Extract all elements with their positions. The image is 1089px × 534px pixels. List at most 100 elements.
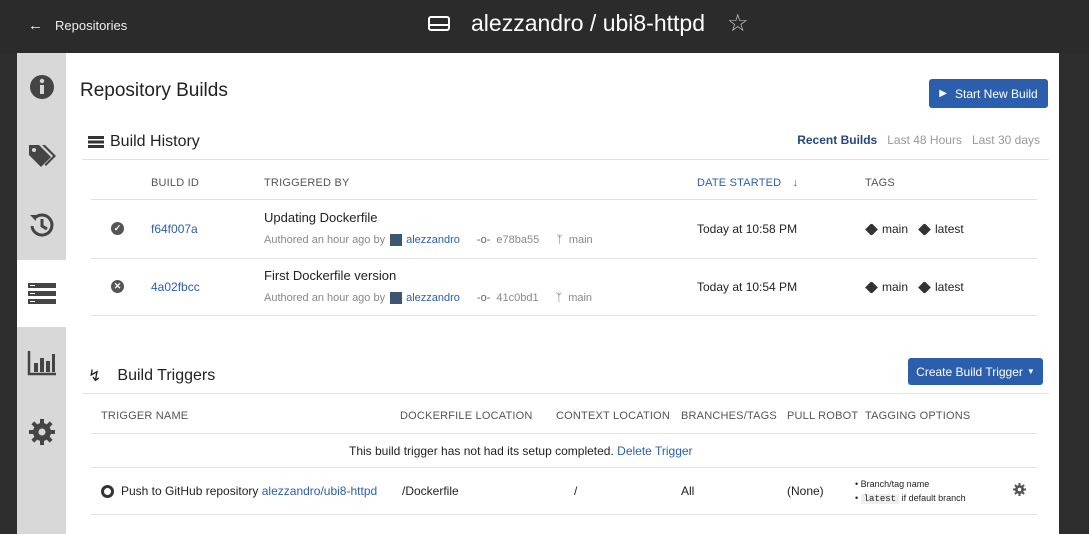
build-triggers-title: Build Triggers [117, 367, 216, 384]
divider [82, 159, 1049, 160]
back-arrow-icon: ← [28, 17, 43, 34]
col-date-started[interactable]: DATE STARTED ↓ [697, 177, 798, 189]
bolt-icon: ↯ [88, 368, 102, 385]
date-started: Today at 10:58 PM [697, 222, 798, 236]
avatar [390, 292, 403, 304]
main-panel: Repository Builds ▶ Start New Build Buil… [66, 53, 1059, 534]
branch-name: main [568, 292, 593, 304]
trigger-settings-gear-icon[interactable] [1013, 483, 1026, 496]
divider [91, 514, 1037, 515]
trigger-setup-notice: This build trigger has not had its setup… [349, 444, 693, 458]
col-date-started-label: DATE STARTED [697, 177, 782, 189]
gear-icon [28, 418, 55, 445]
filter-last-48-hours[interactable]: Last 48 Hours [887, 133, 962, 147]
sidebar-item-builds[interactable] [17, 260, 66, 327]
top-header: ← Repositories alezzandro / ubi8-httpd ☆ [0, 0, 1089, 53]
build-tags: main latest [865, 222, 976, 236]
branches-tags: All [681, 484, 695, 498]
build-message: First Dockerfile version [264, 268, 397, 283]
tagging-option-label: if default branch [901, 493, 966, 503]
tagging-option: • latest if default branch [855, 493, 966, 504]
sidebar-item-usage[interactable] [17, 329, 66, 396]
build-history-heading: Build History [88, 133, 200, 151]
filter-last-30-days[interactable]: Last 30 days [972, 133, 1040, 147]
repo-title: alezzandro / ubi8-httpd [471, 10, 705, 36]
caret-down-icon: ▼ [1026, 367, 1035, 376]
branch-name: main [568, 234, 593, 246]
user-link[interactable]: alezzandro [406, 292, 460, 304]
col-branches-tags: BRANCHES/TAGS [681, 410, 777, 422]
screen-edge-left [0, 53, 17, 534]
tag-icon [918, 222, 931, 236]
tag-item[interactable]: latest [918, 280, 964, 294]
build-filters: Recent Builds Last 48 Hours Last 30 days [797, 133, 1040, 147]
build-history-icon [88, 136, 104, 148]
tag-icon [918, 280, 931, 294]
tag-label: main [882, 280, 909, 294]
build-tags: main latest [865, 280, 976, 294]
tagging-option-label: Branch/tag name [860, 479, 930, 489]
play-icon: ▶ [939, 88, 947, 99]
col-trigger-name: TRIGGER NAME [101, 410, 189, 422]
build-error-icon: ✕ [111, 280, 124, 293]
divider [82, 393, 1049, 394]
tag-item[interactable]: latest [918, 222, 964, 236]
back-to-repositories-link[interactable]: ← Repositories [28, 17, 127, 34]
dockerfile-location: /Dockerfile [402, 484, 459, 498]
branch-icon: ᛉ [555, 292, 563, 304]
tag-label: latest [935, 222, 964, 236]
col-pull-robot: PULL ROBOT [787, 410, 859, 422]
hdd-icon [428, 16, 450, 31]
tag-item[interactable]: main [865, 222, 909, 236]
star-icon[interactable]: ☆ [727, 9, 749, 38]
build-meta: Authored an hour ago by alezzandro -o- 4… [264, 292, 592, 304]
start-new-build-button[interactable]: ▶ Start New Build [929, 79, 1048, 108]
commit-sha[interactable]: 41c0bd1 [496, 292, 538, 304]
page-title: Repository Builds [80, 80, 228, 101]
commit-icon: -o- [476, 234, 491, 246]
col-dockerfile-location: DOCKERFILE LOCATION [400, 410, 533, 422]
branch-icon: ᛉ [556, 234, 563, 246]
trigger-name: Push to GitHub repository alezzandro/ubi… [121, 484, 377, 498]
tag-label: main [882, 222, 909, 236]
tag-item[interactable]: main [865, 280, 909, 294]
sidebar-item-settings[interactable] [17, 398, 66, 465]
build-id-link[interactable]: 4a02fbcc [151, 280, 200, 294]
divider [91, 315, 1037, 316]
pull-robot: (None) [787, 484, 824, 498]
commit-icon: -o- [476, 292, 491, 304]
trigger-name-prefix: Push to GitHub repository [121, 484, 259, 498]
authored-text: Authored an hour ago by [264, 292, 386, 304]
divider [91, 433, 1037, 434]
history-icon [29, 213, 53, 237]
back-label: Repositories [55, 18, 128, 33]
build-history-title: Build History [110, 133, 200, 150]
sidebar-item-info[interactable] [17, 53, 66, 120]
commit-sha[interactable]: e78ba55 [496, 234, 539, 246]
notice-text: This build trigger has not had its setup… [349, 444, 614, 458]
screen-edge-right [1059, 53, 1089, 534]
build-message: Updating Dockerfile [264, 210, 378, 225]
date-started: Today at 10:54 PM [697, 280, 798, 294]
build-id-link[interactable]: f64f007a [151, 222, 198, 236]
user-link[interactable]: alezzandro [406, 234, 460, 246]
divider [91, 467, 1037, 468]
builds-icon [27, 282, 56, 304]
sidebar-item-tags[interactable] [17, 122, 66, 189]
sidebar-item-history[interactable] [17, 191, 66, 258]
col-build-id: BUILD ID [151, 177, 200, 189]
create-build-trigger-button[interactable]: Create Build Trigger ▼ [908, 358, 1043, 385]
sort-desc-icon: ↓ [792, 177, 799, 189]
info-icon [29, 74, 54, 99]
tagging-options: • Branch/tag name • latest if default br… [855, 477, 966, 506]
tag-icon [865, 280, 878, 294]
authored-text: Authored an hour ago by [264, 234, 386, 246]
col-tagging-options: TAGGING OPTIONS [865, 410, 971, 422]
tag-label: latest [935, 280, 964, 294]
avatar [390, 234, 403, 246]
trigger-repo-link[interactable]: alezzandro/ubi8-httpd [262, 484, 377, 498]
divider [91, 258, 1037, 259]
start-new-build-label: Start New Build [955, 86, 1038, 101]
filter-recent-builds[interactable]: Recent Builds [797, 133, 877, 147]
delete-trigger-link[interactable]: Delete Trigger [617, 444, 692, 458]
